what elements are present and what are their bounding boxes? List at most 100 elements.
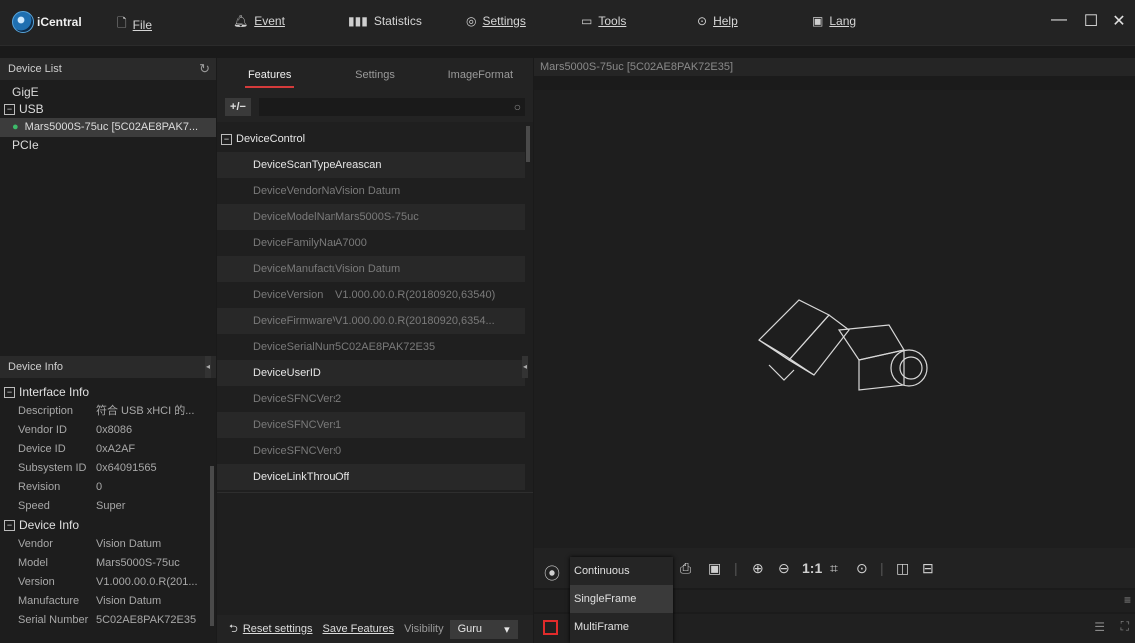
- info-row: Model Mars5000S-75uc: [18, 557, 180, 569]
- zoom-out-icon[interactable]: ⊖: [778, 560, 790, 577]
- menu-lang[interactable]: ▣ Lang: [812, 14, 856, 28]
- left-panel: Device List ↻ GigE − USB ● Mars5000S-75uc …: [0, 58, 216, 643]
- bar-chart-icon: ▮▮▮: [348, 14, 368, 28]
- fullscreen-icon[interactable]: ⛶: [1121, 619, 1129, 634]
- features-bottom-bar: ⮌ Reset settings Save Features Visibilit…: [217, 615, 533, 643]
- info-row: Manufacture Vision Datum: [18, 595, 162, 607]
- features-panel: Features Settings ImageFormat +/− ○ − Dev…: [217, 58, 533, 643]
- feature-search-input[interactable]: [259, 98, 525, 116]
- menu-statistics[interactable]: ▮▮▮ Statistics: [348, 14, 422, 28]
- split-view-icon[interactable]: ◫: [896, 560, 909, 577]
- zoom-in-icon[interactable]: ⊕: [752, 560, 764, 577]
- info-row: Vendor Vision Datum: [18, 538, 162, 550]
- acquisition-mode-dropdown: Continuous SingleFrame MultiFrame: [570, 557, 673, 643]
- fit-window-icon[interactable]: ⌗: [830, 560, 838, 577]
- group-interface-info[interactable]: − Interface Info: [0, 383, 210, 402]
- title-bar: iCentral 🗋 File 🔔︎ Event ▮▮▮ Statistics ◎ Se…: [0, 0, 1135, 46]
- feature-row[interactable]: DeviceFirmwareVersionV1.000.00.0.R(20180…: [217, 308, 525, 334]
- feature-row[interactable]: DeviceSerialNumber5C02AE8PAK72E35: [217, 334, 525, 360]
- collapse-left-handle[interactable]: ◂: [205, 356, 211, 378]
- file-icon: 🗋: [117, 16, 127, 30]
- acq-mode-continuous[interactable]: Continuous: [570, 557, 673, 585]
- info-row: Description 符合 USB xHCI 的...: [18, 405, 195, 417]
- bell-icon: 🔔︎: [233, 14, 249, 28]
- device-info-header: Device Info: [0, 356, 216, 378]
- tree-pcie[interactable]: PCIe: [0, 137, 216, 154]
- image-display[interactable]: [534, 90, 1135, 548]
- feature-row[interactable]: DeviceManufacturerInfoVision Datum: [217, 256, 525, 282]
- collapse-mid-handle[interactable]: ◂: [522, 356, 528, 378]
- gear-icon: ◎: [466, 14, 477, 28]
- help-icon: ⊙: [697, 14, 708, 28]
- tab-settings[interactable]: Settings: [322, 58, 427, 92]
- maximize-icon[interactable]: ☐: [1082, 11, 1100, 31]
- group-devicecontrol[interactable]: − DeviceControl: [217, 126, 525, 152]
- minimize-icon[interactable]: —: [1050, 11, 1068, 29]
- feature-row[interactable]: DeviceSFNCVersionMinor1: [217, 412, 525, 438]
- menu-help[interactable]: ⊙ Help: [697, 14, 738, 28]
- camera-placeholder-icon: [758, 299, 928, 391]
- collapse-icon[interactable]: −: [4, 104, 15, 116]
- acq-mode-multiframe[interactable]: MultiFrame: [570, 613, 673, 641]
- info-row: Subsystem ID 0x64091565: [18, 462, 157, 474]
- tree-gige[interactable]: GigE: [0, 84, 216, 101]
- close-icon[interactable]: ✕: [1110, 11, 1128, 31]
- visibility-select[interactable]: Guru ▾: [449, 619, 518, 639]
- separator: |: [880, 560, 884, 576]
- play-icon[interactable]: ⦿: [544, 560, 560, 584]
- feature-tabs: Features Settings ImageFormat: [217, 58, 533, 92]
- layout-icon[interactable]: ⊟: [922, 560, 934, 577]
- info-row: Speed Super: [18, 500, 126, 512]
- separator: |: [734, 560, 738, 576]
- group-device-info[interactable]: − Device Info: [0, 516, 210, 535]
- app-name: iCentral: [37, 15, 82, 29]
- info-row: Revision 0: [18, 481, 103, 493]
- image-panel: Mars5000S-75uc [5C02AE8PAK72E35] ⦿ ⎙ ▣ |…: [534, 58, 1135, 643]
- save-features-link[interactable]: Save Features: [323, 623, 395, 635]
- menu-tools[interactable]: ▭ Tools: [581, 14, 626, 28]
- menu-event[interactable]: 🔔︎ Event: [233, 14, 285, 28]
- tree-device-mars[interactable]: ● Mars5000S-75uc [5C02AE8PAK7...: [0, 118, 216, 137]
- info-scrollbar[interactable]: [210, 466, 214, 626]
- feature-row[interactable]: DeviceVendorNameVision Datum: [217, 178, 525, 204]
- info-row: Serial Number 5C02AE8PAK72E35: [18, 614, 197, 626]
- menu-lines-icon[interactable]: ≡: [1124, 593, 1131, 607]
- tree-usb[interactable]: − USB: [0, 101, 216, 118]
- crosshair-icon[interactable]: ⊙: [856, 560, 868, 577]
- tab-features[interactable]: Features: [217, 58, 322, 92]
- info-row: Version V1.000.00.0.R(201...: [18, 576, 198, 588]
- feature-row[interactable]: DeviceFamilyNameA7000: [217, 230, 525, 256]
- record-icon[interactable]: ▣: [708, 560, 721, 577]
- acq-mode-singleframe[interactable]: SingleFrame: [570, 585, 673, 613]
- lang-icon: ▣: [812, 14, 824, 28]
- refresh-icon[interactable]: ↻: [199, 58, 210, 80]
- reset-settings-link[interactable]: Reset settings: [243, 623, 313, 635]
- feature-row[interactable]: DeviceVersion V1.000.00.0.R(20180920,6354…: [217, 282, 525, 308]
- feature-row[interactable]: DeviceLinkThroughput...Off: [217, 464, 525, 490]
- features-scrollbar[interactable]: [526, 126, 530, 162]
- menu-file[interactable]: 🗋 File: [117, 14, 152, 35]
- device-list-header: Device List ↻: [0, 58, 216, 80]
- feature-row[interactable]: DeviceSFNCVersionMajor2: [217, 386, 525, 412]
- toolbox-icon: ▭: [581, 14, 593, 28]
- feature-row[interactable]: DeviceModelNameMars5000S-75uc: [217, 204, 525, 230]
- device-info-list: − Interface Info Description 符合 USB xHCI 的…: [0, 383, 210, 630]
- tab-imageformat[interactable]: ImageFormat: [428, 58, 533, 92]
- info-row: Vendor ID 0x8086: [18, 424, 133, 436]
- search-icon[interactable]: ○: [514, 100, 521, 114]
- feature-row[interactable]: DeviceSFNCVersionSu...0: [217, 438, 525, 464]
- feature-row[interactable]: DeviceUserID: [217, 360, 525, 386]
- divider: [217, 492, 533, 493]
- menu-settings[interactable]: ◎ Settings: [466, 14, 526, 28]
- info-row: Device ID 0xA2AF: [18, 443, 136, 455]
- feature-row[interactable]: DeviceScanType Areascan: [217, 152, 525, 178]
- snapshot-icon[interactable]: ⎙: [680, 560, 691, 577]
- expand-collapse-button[interactable]: +/−: [225, 98, 251, 116]
- stop-icon[interactable]: [543, 620, 558, 635]
- logo-icon: [12, 11, 34, 33]
- sliders-icon[interactable]: ☰: [1094, 620, 1105, 634]
- chevron-down-icon: ▾: [504, 623, 510, 636]
- camera-connected-icon: ●: [12, 121, 19, 133]
- zoom-actual-button[interactable]: 1:1: [802, 560, 822, 576]
- feature-list: − DeviceControl DeviceScanType Areascan De…: [217, 126, 525, 490]
